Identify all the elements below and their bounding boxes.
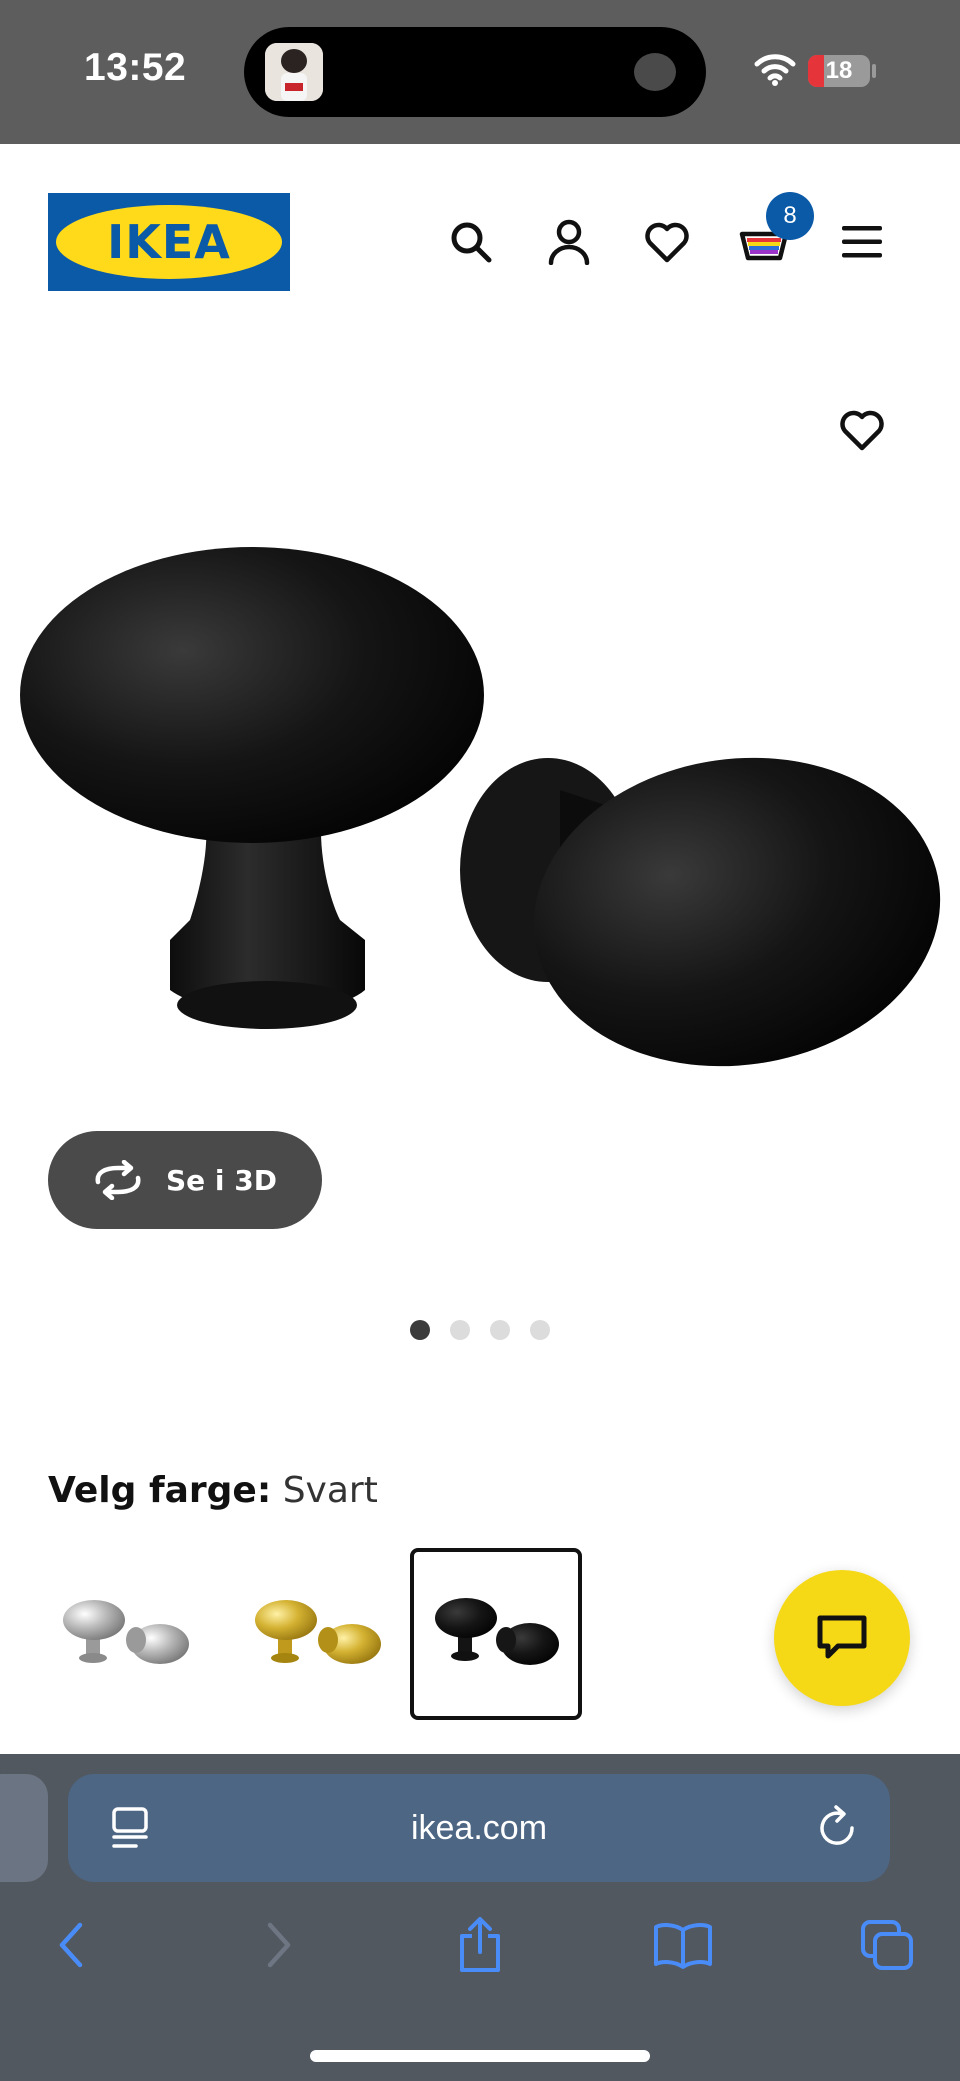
product-favourite-icon[interactable] [832, 400, 892, 460]
battery-icon: 18 [808, 55, 870, 87]
browser-toolbar: ikea.com [0, 1754, 960, 2081]
swatch-black[interactable] [410, 1548, 582, 1720]
view-3d-button[interactable]: Se i 3D [48, 1131, 322, 1229]
color-selector-heading: Velg farge: Svart [48, 1470, 378, 1511]
battery-level: 18 [825, 57, 853, 84]
address-bar[interactable]: ikea.com [68, 1774, 890, 1882]
now-playing-thumbnail [265, 43, 323, 101]
back-icon[interactable] [36, 1910, 106, 1980]
pagination-dot[interactable] [530, 1320, 550, 1340]
share-icon[interactable] [445, 1910, 515, 1980]
bookmarks-icon[interactable] [648, 1910, 718, 1980]
account-icon[interactable] [539, 212, 599, 272]
rotate-3d-icon [95, 1160, 141, 1200]
camera-dot [634, 53, 676, 91]
wifi-icon [754, 52, 796, 91]
previous-tab-preview[interactable] [0, 1774, 48, 1882]
battery-tip [872, 64, 876, 78]
home-indicator [310, 2050, 650, 2062]
chat-icon [817, 1615, 867, 1659]
swatch-gold[interactable] [230, 1548, 402, 1720]
ikea-logo[interactable]: IKEA [48, 193, 290, 291]
url-text: ikea.com [410, 1809, 548, 1847]
pagination-dot[interactable] [410, 1320, 430, 1340]
pagination-dot[interactable] [450, 1320, 470, 1340]
cart-count-badge: 8 [766, 192, 814, 240]
image-pagination [410, 1320, 550, 1340]
search-icon[interactable] [441, 212, 501, 272]
wishlist-icon[interactable] [637, 212, 697, 272]
view-3d-label: Se i 3D [166, 1163, 277, 1197]
tabs-icon[interactable] [852, 1910, 922, 1980]
swatch-chrome[interactable] [48, 1548, 220, 1720]
status-bar: 13:52 18 [0, 0, 960, 144]
menu-icon[interactable] [832, 212, 892, 272]
dynamic-island[interactable] [244, 27, 706, 117]
forward-icon[interactable] [244, 1910, 314, 1980]
reload-icon[interactable] [816, 1804, 860, 1855]
product-image[interactable] [0, 500, 960, 1120]
color-label: Velg farge: [48, 1470, 272, 1511]
color-value: Svart [282, 1470, 378, 1511]
pagination-dot[interactable] [490, 1320, 510, 1340]
status-time: 13:52 [84, 46, 187, 89]
logo-text: IKEA [107, 215, 231, 269]
chat-button[interactable] [774, 1570, 910, 1706]
